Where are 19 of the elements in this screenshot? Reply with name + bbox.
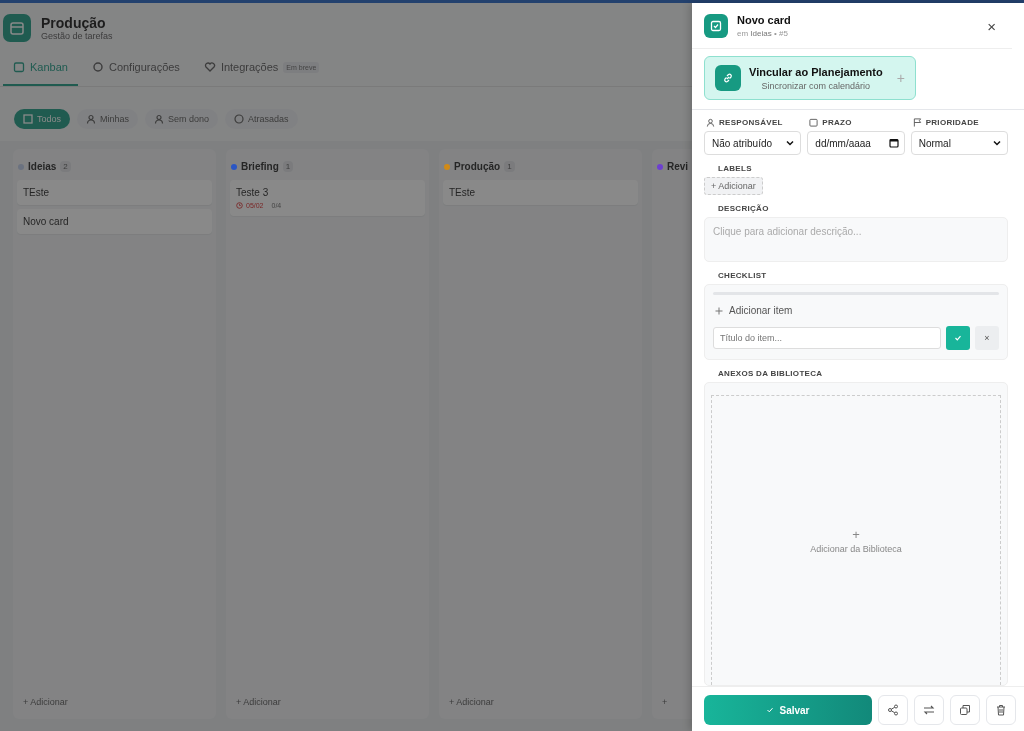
column-title: Ideias [28,161,57,172]
app-title: Produção [41,15,107,31]
column-title: Revi [667,161,689,172]
section-label: DESCRIÇÃO [717,204,769,213]
card-title: Teste 3 [236,187,270,198]
field-label: PRIORIDADE [925,118,979,127]
card-title: TEste [449,187,477,198]
section-label: CHECKLIST [717,271,767,280]
card-title: Novo card [23,216,70,227]
section-label: LABELS [717,164,752,173]
card-title: Novo card [737,14,792,26]
section-label: ANEXOS DA BIBLIOTECA [717,369,823,378]
field-label: RESPONSÁVEL [719,118,783,127]
column-title: Produção [454,161,501,172]
column-title: Briefing [241,161,279,172]
field-label: PRAZO [822,118,852,127]
card-title: TEste [23,187,51,198]
card-location: em Ideias • #5 [737,29,789,38]
app-subtitle: Gestão de tarefas [41,31,113,41]
